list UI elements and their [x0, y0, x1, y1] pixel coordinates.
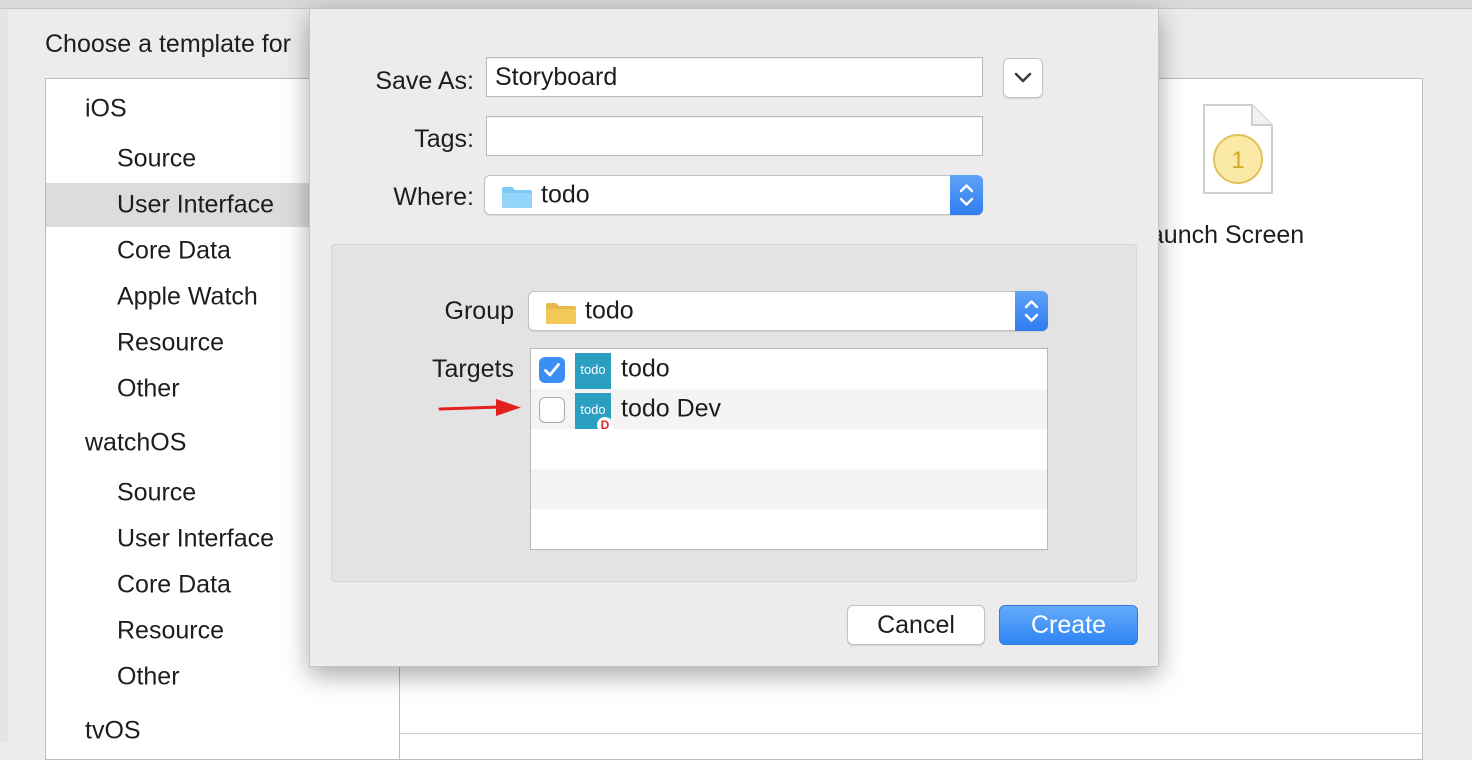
- save-as-field[interactable]: Storyboard: [486, 57, 983, 97]
- sidebar-item-label: Other: [117, 374, 180, 403]
- target-checkbox[interactable]: [539, 397, 565, 423]
- where-value: todo: [541, 180, 590, 209]
- chevron-down-icon: [1014, 72, 1032, 83]
- sidebar-item-label: Source: [117, 478, 197, 507]
- targets-label: Targets: [432, 355, 514, 383]
- where-label: Where:: [393, 183, 474, 211]
- popup-stepper: [1015, 291, 1048, 331]
- launch-screen-file-icon[interactable]: 1: [1202, 103, 1274, 195]
- sidebar-item-label: watchOS: [85, 428, 187, 457]
- sidebar-item-label: tvOS: [85, 716, 141, 745]
- checkmark-icon: [544, 363, 560, 377]
- cancel-button[interactable]: Cancel: [847, 605, 985, 645]
- empty-row: [531, 509, 1047, 549]
- target-row-todo[interactable]: todo todo: [531, 349, 1047, 389]
- sidebar-item-label: User Interface: [117, 524, 275, 553]
- left-window-edge: [0, 9, 8, 742]
- red-arrow-annotation: [438, 399, 521, 416]
- sidebar-item-label: Other: [117, 662, 180, 691]
- tags-field[interactable]: [486, 116, 983, 156]
- target-name: todo: [621, 354, 670, 383]
- folder-icon: [546, 303, 576, 324]
- targets-list[interactable]: todo todo todo D todo Dev: [530, 348, 1048, 550]
- template-grid-divider: [400, 733, 1422, 734]
- sidebar-item-label: Core Data: [117, 236, 231, 265]
- sidebar-item-label: Resource: [117, 328, 224, 357]
- save-sheet: Save As: Storyboard Tags: Where: todo Gr…: [309, 8, 1159, 667]
- group-popup[interactable]: todo: [528, 291, 1048, 331]
- sidebar-platform-header: tvOS: [46, 709, 400, 753]
- folder-icon: [502, 187, 532, 208]
- sidebar-item-label: Core Data: [117, 570, 231, 599]
- launch-screen-label[interactable]: Launch Screen: [1136, 221, 1304, 250]
- sidebar-item-label: Apple Watch: [117, 282, 258, 311]
- sidebar-item-label: iOS: [85, 94, 127, 123]
- target-name: todo Dev: [621, 394, 722, 423]
- todo-dev-app-icon: todo D: [575, 393, 613, 433]
- sidebar-item-label: User Interface: [117, 190, 275, 219]
- group-label: Group: [444, 297, 514, 325]
- save-as-label: Save As:: [375, 67, 474, 95]
- up-down-chevrons-icon: [959, 184, 974, 206]
- empty-row: [531, 429, 1047, 469]
- popup-stepper: [950, 175, 983, 215]
- svg-text:1: 1: [1231, 147, 1244, 174]
- where-popup[interactable]: todo: [484, 175, 983, 215]
- expand-button[interactable]: [1003, 58, 1043, 98]
- sidebar-item-label: Resource: [117, 616, 224, 645]
- empty-row: [531, 469, 1047, 509]
- target-checkbox[interactable]: [539, 357, 565, 383]
- template-chooser-title: Choose a template for: [45, 30, 291, 58]
- up-down-chevrons-icon: [1024, 300, 1039, 322]
- group-value: todo: [585, 296, 634, 325]
- tags-label: Tags:: [414, 125, 474, 153]
- target-row-todo-dev[interactable]: todo D todo Dev: [531, 389, 1047, 433]
- sidebar-item-label: Source: [117, 144, 197, 173]
- create-button[interactable]: Create: [999, 605, 1138, 645]
- todo-app-icon: todo: [575, 353, 611, 389]
